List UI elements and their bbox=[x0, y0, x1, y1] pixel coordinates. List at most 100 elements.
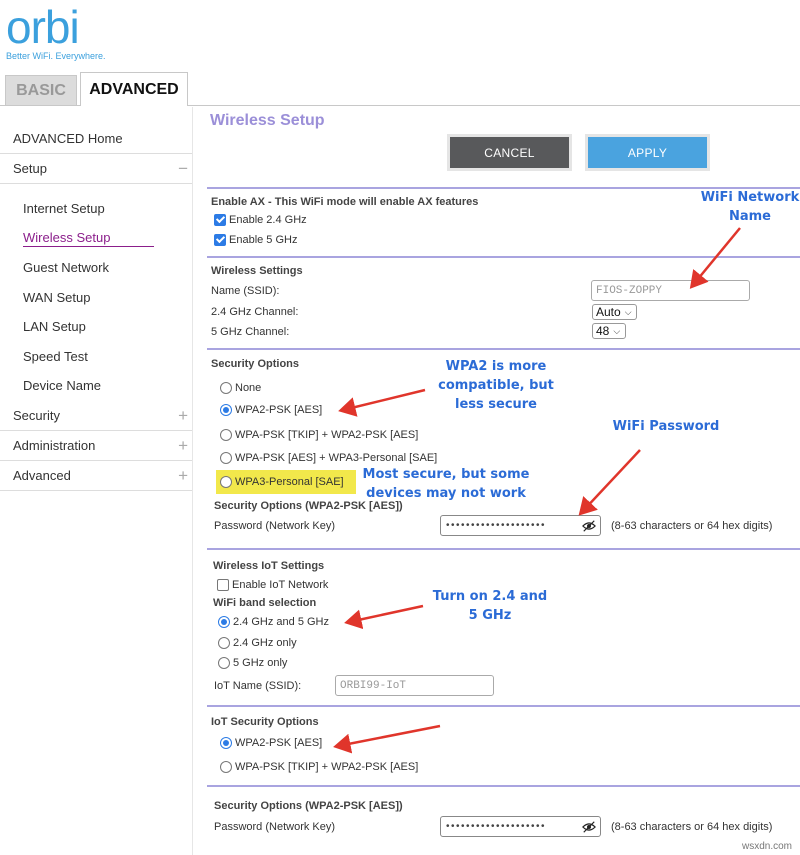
iot-security-heading: IoT Security Options bbox=[211, 716, 319, 728]
sidebar-item-label: Setup bbox=[13, 161, 47, 176]
sidebar-item-label: WAN Setup bbox=[23, 289, 91, 305]
radio-label: WPA-PSK [AES] + WPA3-Personal [SAE] bbox=[235, 452, 438, 464]
sidebar-item-internet-setup[interactable]: Internet Setup bbox=[0, 194, 192, 224]
ax-heading: Enable AX - This WiFi mode will enable A… bbox=[211, 196, 479, 208]
password-mask: •••••••••••••••••••• bbox=[446, 821, 547, 832]
radio-label: None bbox=[235, 382, 262, 394]
password-label: Password (Network Key) bbox=[214, 520, 336, 532]
radio-button-selected[interactable] bbox=[220, 737, 232, 749]
sidebar-item-label: LAN Setup bbox=[23, 319, 86, 335]
section-divider bbox=[207, 705, 800, 707]
iot-security-radio-wpa2[interactable]: WPA2-PSK [AES] bbox=[220, 737, 322, 749]
sidebar-item-administration[interactable]: Administration + bbox=[0, 431, 192, 461]
checkbox-checked[interactable] bbox=[214, 214, 226, 226]
wifi-band-heading: WiFi band selection bbox=[213, 597, 317, 609]
channel-24-label: 2.4 GHz Channel: bbox=[211, 306, 299, 318]
sidebar-item-wireless-setup[interactable]: Wireless Setup bbox=[0, 224, 192, 254]
radio-label: WPA-PSK [TKIP] + WPA2-PSK [AES] bbox=[235, 429, 419, 441]
sidebar-item-speed-test[interactable]: Speed Test bbox=[0, 342, 192, 372]
band-radio-24[interactable]: 2.4 GHz only bbox=[218, 637, 297, 649]
checkbox-checked[interactable] bbox=[214, 234, 226, 246]
band-radio-5[interactable]: 5 GHz only bbox=[218, 657, 287, 669]
security-radio-wpa-wpa2[interactable]: WPA-PSK [TKIP] + WPA2-PSK [AES] bbox=[220, 429, 418, 441]
tab-advanced[interactable]: ADVANCED bbox=[80, 72, 188, 106]
sidebar-item-label: Administration bbox=[13, 437, 96, 453]
eye-icon[interactable] bbox=[582, 820, 596, 834]
band-radio-both[interactable]: 2.4 GHz and 5 GHz bbox=[218, 616, 329, 628]
radio-button[interactable] bbox=[220, 382, 232, 394]
annotation-line: Most secure, but some bbox=[362, 467, 530, 482]
sidebar-item-advanced-home[interactable]: ADVANCED Home bbox=[0, 124, 192, 154]
annotation-line: devices may not work bbox=[366, 486, 526, 501]
page-title: Wireless Setup bbox=[210, 112, 325, 129]
sidebar-item-lan-setup[interactable]: LAN Setup bbox=[0, 312, 192, 342]
radio-label: 5 GHz only bbox=[233, 657, 288, 669]
orbi-logo: orbi Better WiFi. Everywhere. bbox=[6, 4, 106, 61]
annotation-line: WPA2 is more bbox=[445, 359, 547, 374]
sidebar-item-wan-setup[interactable]: WAN Setup bbox=[0, 283, 192, 313]
section-divider bbox=[207, 256, 800, 258]
iot-password-input[interactable]: •••••••••••••••••••• bbox=[440, 816, 601, 837]
channel-5-select[interactable]: 48 ⌵ bbox=[592, 323, 626, 339]
sidebar-divider bbox=[192, 107, 193, 855]
tab-basic[interactable]: BASIC bbox=[5, 75, 77, 105]
iot-password-label: Password (Network Key) bbox=[214, 821, 336, 833]
annotation-line: Name bbox=[728, 209, 771, 224]
security-radio-wpa-wpa3[interactable]: WPA-PSK [AES] + WPA3-Personal [SAE] bbox=[220, 452, 437, 464]
iot-security-radio-wpa-wpa2[interactable]: WPA-PSK [TKIP] + WPA2-PSK [AES] bbox=[220, 761, 418, 773]
iot-name-input[interactable]: ORBI99-IoT bbox=[335, 675, 494, 696]
channel-24-select[interactable]: Auto ⌵ bbox=[592, 304, 637, 320]
enable-24ghz-checkbox[interactable]: Enable 2.4 GHz bbox=[214, 214, 307, 226]
sidebar-item-label: Advanced bbox=[13, 467, 71, 483]
sidebar-item-setup[interactable]: Setup − bbox=[0, 154, 192, 184]
password-input[interactable]: •••••••••••••••••••• bbox=[440, 515, 601, 536]
sidebar-item-label: Security bbox=[13, 407, 60, 423]
iot-wpa2-sub-heading: Security Options (WPA2-PSK [AES]) bbox=[214, 800, 403, 812]
radio-button[interactable] bbox=[220, 429, 232, 441]
select-value: Auto bbox=[596, 305, 621, 319]
radio-label: WPA2-PSK [AES] bbox=[235, 404, 323, 416]
radio-button[interactable] bbox=[220, 761, 232, 773]
annotation-most-secure: Most secure, but some devices may not wo… bbox=[356, 465, 536, 503]
iot-password-hint: (8-63 characters or 64 hex digits) bbox=[611, 821, 773, 833]
checkbox-label: Enable IoT Network bbox=[232, 579, 329, 591]
sidebar-item-guest-network[interactable]: Guest Network bbox=[0, 253, 192, 283]
annotation-line: 5 GHz bbox=[468, 608, 512, 623]
logo-word: orbi bbox=[6, 1, 80, 53]
annotation-line: WiFi Network bbox=[700, 190, 800, 205]
enable-5ghz-checkbox[interactable]: Enable 5 GHz bbox=[214, 234, 297, 246]
ssid-input[interactable]: FIOS-ZOPPY bbox=[591, 280, 750, 301]
security-radio-none[interactable]: None bbox=[220, 382, 261, 394]
cancel-button[interactable]: CANCEL bbox=[450, 137, 569, 168]
sidebar-item-label: ADVANCED Home bbox=[13, 131, 123, 146]
sidebar-item-security[interactable]: Security + bbox=[0, 401, 192, 431]
collapse-icon[interactable]: − bbox=[178, 160, 188, 177]
wireless-settings-heading: Wireless Settings bbox=[211, 265, 303, 277]
radio-button[interactable] bbox=[220, 476, 232, 488]
expand-icon[interactable]: + bbox=[178, 437, 188, 454]
radio-button[interactable] bbox=[218, 637, 230, 649]
arrow-to-password bbox=[578, 449, 641, 516]
checkbox[interactable] bbox=[217, 579, 229, 591]
section-divider bbox=[207, 348, 800, 350]
expand-icon[interactable]: + bbox=[178, 467, 188, 484]
sidebar-item-device-name[interactable]: Device Name bbox=[0, 371, 192, 401]
annotation-line: less secure bbox=[454, 397, 538, 412]
radio-button-selected[interactable] bbox=[220, 404, 232, 416]
iot-name-label: IoT Name (SSID): bbox=[214, 680, 302, 692]
security-radio-wpa3[interactable]: WPA3-Personal [SAE] bbox=[220, 476, 344, 488]
radio-button-selected[interactable] bbox=[218, 616, 230, 628]
eye-icon[interactable] bbox=[582, 519, 596, 533]
apply-button[interactable]: APPLY bbox=[588, 137, 707, 168]
chevron-down-icon: ⌵ bbox=[613, 325, 621, 336]
sidebar-item-label: Device Name bbox=[23, 378, 102, 394]
radio-button[interactable] bbox=[220, 452, 232, 464]
enable-iot-checkbox[interactable]: Enable IoT Network bbox=[217, 579, 328, 591]
security-radio-wpa2[interactable]: WPA2-PSK [AES] bbox=[220, 404, 322, 416]
expand-icon[interactable]: + bbox=[178, 407, 188, 424]
sidebar-item-advanced[interactable]: Advanced + bbox=[0, 461, 192, 491]
radio-label: WPA2-PSK [AES] bbox=[235, 737, 323, 749]
arrow-to-wpa2 bbox=[338, 388, 426, 417]
radio-button[interactable] bbox=[218, 657, 230, 669]
logo-tagline: Better WiFi. Everywhere. bbox=[6, 51, 106, 61]
